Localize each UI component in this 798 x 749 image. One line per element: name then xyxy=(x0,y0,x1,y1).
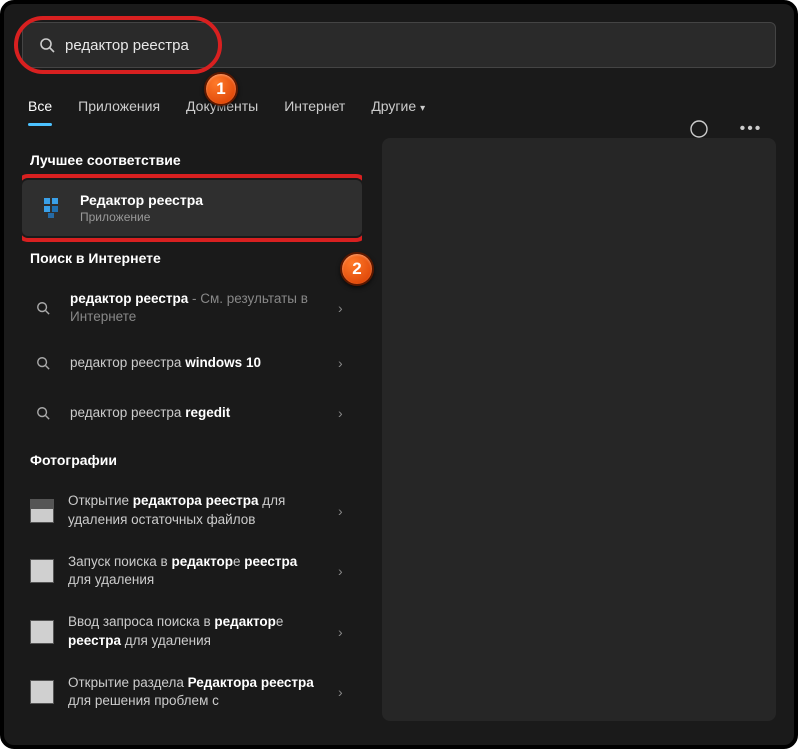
regedit-icon xyxy=(36,193,66,223)
thumbnail-icon xyxy=(30,680,54,704)
tab-all[interactable]: Все xyxy=(28,92,52,128)
best-match-item[interactable]: Редактор реестра Приложение xyxy=(22,180,362,236)
web-result[interactable]: редактор реестра - См. результаты в Инте… xyxy=(22,278,362,338)
search-icon xyxy=(39,37,55,53)
chevron-right-icon: › xyxy=(338,405,354,421)
section-photos: Фотографии xyxy=(30,452,362,468)
chevron-right-icon: › xyxy=(338,355,354,371)
search-icon xyxy=(30,295,56,321)
best-match-title: Редактор реестра xyxy=(80,192,203,208)
web-result[interactable]: редактор реестра windows 10 › xyxy=(22,338,362,388)
tab-documents[interactable]: Документы xyxy=(186,92,258,128)
thumbnail-icon xyxy=(30,559,54,583)
thumbnail-icon xyxy=(30,499,54,523)
account-icon[interactable] xyxy=(682,112,716,146)
section-web: Поиск в Интернете xyxy=(30,250,362,266)
search-icon xyxy=(30,400,56,426)
tab-internet[interactable]: Интернет xyxy=(284,92,345,128)
result-text: редактор реестра regedit xyxy=(70,404,324,422)
chevron-right-icon: › xyxy=(338,300,354,316)
chevron-right-icon: › xyxy=(338,503,354,519)
chevron-down-icon: ▾ xyxy=(420,103,425,114)
web-result[interactable]: редактор реестра regedit › xyxy=(22,388,362,438)
result-text: редактор реестра - См. результаты в Инте… xyxy=(70,290,324,326)
photo-result[interactable]: Запуск поиска в редакторе реестра для уд… xyxy=(22,541,362,601)
search-panel: Все Приложения Документы Интернет Другие… xyxy=(0,0,798,749)
chevron-right-icon: › xyxy=(338,684,354,700)
best-match-subtitle: Приложение xyxy=(80,210,203,224)
result-text: Открытие раздела Редактора реестра для р… xyxy=(68,674,324,710)
search-icon xyxy=(30,350,56,376)
search-input[interactable] xyxy=(65,37,759,54)
photo-result[interactable]: Открытие раздела Редактора реестра для р… xyxy=(22,662,362,721)
result-text: Открытие редактора реестра для удаления … xyxy=(68,492,324,528)
thumbnail-icon xyxy=(30,620,54,644)
tab-more[interactable]: Другие▾ xyxy=(371,92,425,128)
section-best-match: Лучшее соответствие xyxy=(30,152,362,168)
photo-result[interactable]: Открытие редактора реестра для удаления … xyxy=(22,480,362,540)
tab-apps[interactable]: Приложения xyxy=(78,92,160,128)
chevron-right-icon: › xyxy=(338,563,354,579)
result-text: Запуск поиска в редакторе реестра для уд… xyxy=(68,553,324,589)
photo-result[interactable]: Ввод запроса поиска в редакторе реестра … xyxy=(22,601,362,661)
result-text: редактор реестра windows 10 xyxy=(70,354,324,372)
filter-tabs: Все Приложения Документы Интернет Другие… xyxy=(28,92,770,128)
results-column: Лучшее соответствие Редактор реестра При… xyxy=(22,138,362,721)
chevron-right-icon: › xyxy=(338,624,354,640)
more-options-button[interactable]: ••• xyxy=(734,112,768,146)
preview-pane xyxy=(382,138,776,721)
ellipsis-icon: ••• xyxy=(740,120,763,138)
result-text: Ввод запроса поиска в редакторе реестра … xyxy=(68,613,324,649)
search-box[interactable] xyxy=(22,22,776,68)
